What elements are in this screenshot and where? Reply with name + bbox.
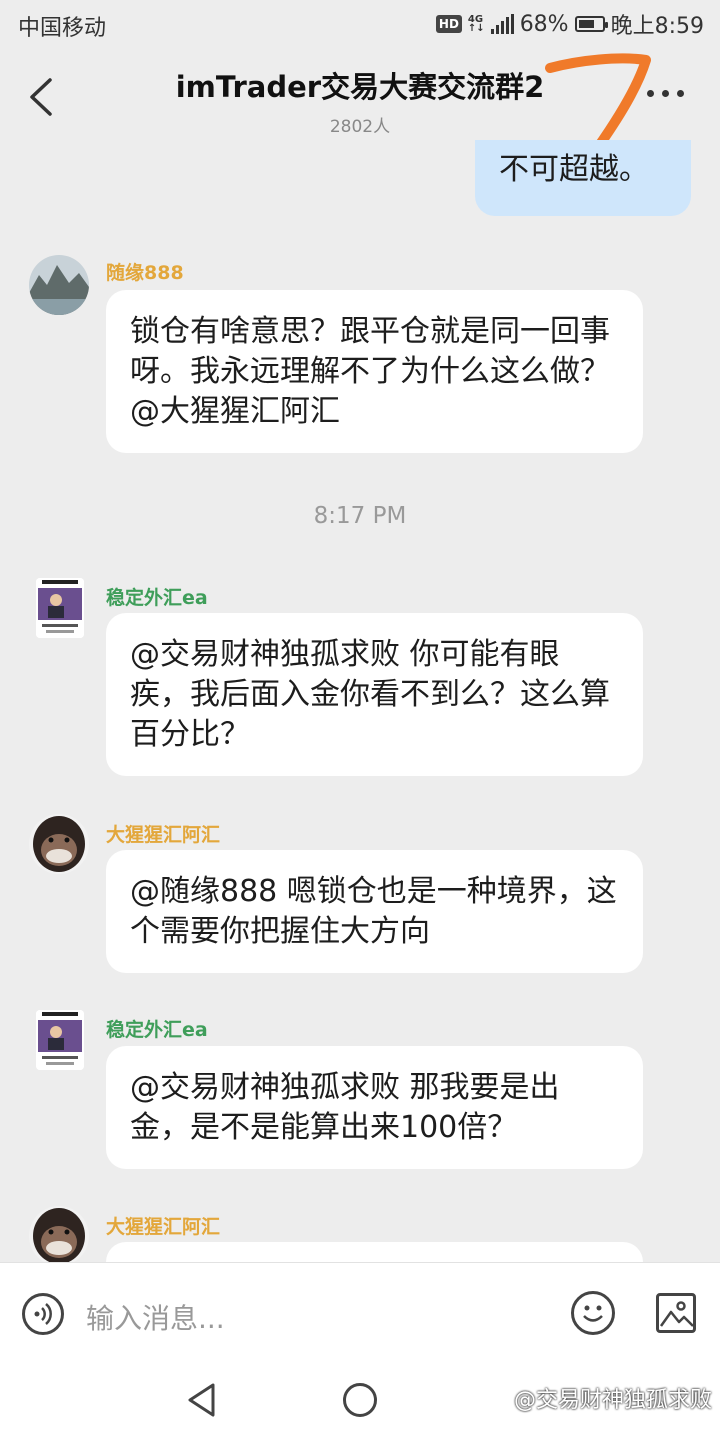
message-bubble[interactable]: @交易财神独孤求败 那我要是出金，是不是能算出来100倍？ (106, 1046, 643, 1169)
more-options-icon[interactable] (647, 90, 684, 97)
carrier-label: 中国移动 (18, 16, 107, 41)
battery-percent: 68% (519, 11, 569, 37)
message-list[interactable]: 不可超越。 随缘888 锁仓有啥意思？跟平仓就是同一回事呀。我永远理解不了为什么… (0, 140, 720, 1262)
message-bubble-self[interactable]: 不可超越。 (475, 140, 691, 216)
emoji-icon[interactable] (571, 1291, 615, 1335)
message-input[interactable]: 输入消息... (86, 1297, 225, 1337)
message-text: @交易财神独孤求败 你可能有眼疾，我后面入金你看不到么？这么算百分比？ (130, 637, 610, 752)
status-bar: 中国移动 HD 4G ↑↓ 68% 晚上8:59 (0, 0, 720, 50)
watermark-text: @交易财神独孤求败 (513, 1388, 712, 1413)
message-bubble[interactable]: @交易财神独孤求败 你可能有眼疾，我后面入金你看不到么？这么算百分比？ (106, 613, 643, 776)
sender-name[interactable]: 大猩猩汇阿汇 (106, 820, 220, 847)
avatar-wending-waihui-ea[interactable] (36, 1010, 84, 1070)
voice-input-icon[interactable] (22, 1293, 64, 1335)
message-text: @随缘888 嗯锁仓也是一种境界，这个需要你把握住大方向 (130, 874, 617, 949)
message-text: @交易财神独孤求败 那我要是出金，是不是能算出来100倍？ (130, 1070, 560, 1145)
system-nav-bar: @交易财神独孤求败 (0, 1362, 720, 1440)
avatar-suiyuan888[interactable] (29, 255, 89, 315)
nav-back-icon[interactable] (185, 1382, 219, 1418)
sender-name[interactable]: 大猩猩汇阿汇 (106, 1212, 220, 1239)
nav-home-icon[interactable] (343, 1383, 377, 1417)
watermark: @交易财神独孤求败 (486, 1382, 712, 1414)
sender-name[interactable]: 稳定外汇ea (106, 1015, 208, 1042)
image-picker-icon[interactable] (656, 1293, 696, 1333)
avatar-dataxingxing[interactable] (29, 1206, 89, 1262)
message-input-bar: 输入消息... (0, 1262, 720, 1363)
signal-icon (490, 14, 514, 34)
sender-name[interactable]: 随缘888 (106, 258, 184, 285)
message-bubble[interactable] (106, 1242, 643, 1262)
chat-header: imTrader交易大赛交流群2 2802人 (0, 50, 720, 140)
avatar-wending-waihui-ea[interactable] (36, 578, 84, 638)
message-bubble[interactable]: @随缘888 嗯锁仓也是一种境界，这个需要你把握住大方向 (106, 850, 643, 973)
message-text: 不可超越。 (499, 152, 649, 187)
time-divider: 8:17 PM (313, 503, 407, 529)
chat-title: imTrader交易大赛交流群2 (175, 70, 545, 104)
weibo-logo-icon (486, 1389, 509, 1407)
clock: 晚上8:59 (610, 14, 704, 39)
hd-icon: HD (435, 15, 462, 33)
avatar-dataxingxing[interactable] (29, 814, 89, 874)
network-4g-icon: 4G ↑↓ (467, 14, 485, 34)
member-count[interactable]: 2802人 (0, 112, 720, 137)
sender-name[interactable]: 稳定外汇ea (106, 583, 208, 610)
battery-icon (574, 16, 608, 32)
message-bubble[interactable]: 锁仓有啥意思？跟平仓就是同一回事呀。我永远理解不了为什么这么做？@大猩猩汇阿汇 (106, 290, 643, 453)
message-text: 锁仓有啥意思？跟平仓就是同一回事呀。我永远理解不了为什么这么做？@大猩猩汇阿汇 (130, 314, 610, 429)
status-icons: HD 4G ↑↓ 68% 晚上8:59 (435, 8, 704, 40)
